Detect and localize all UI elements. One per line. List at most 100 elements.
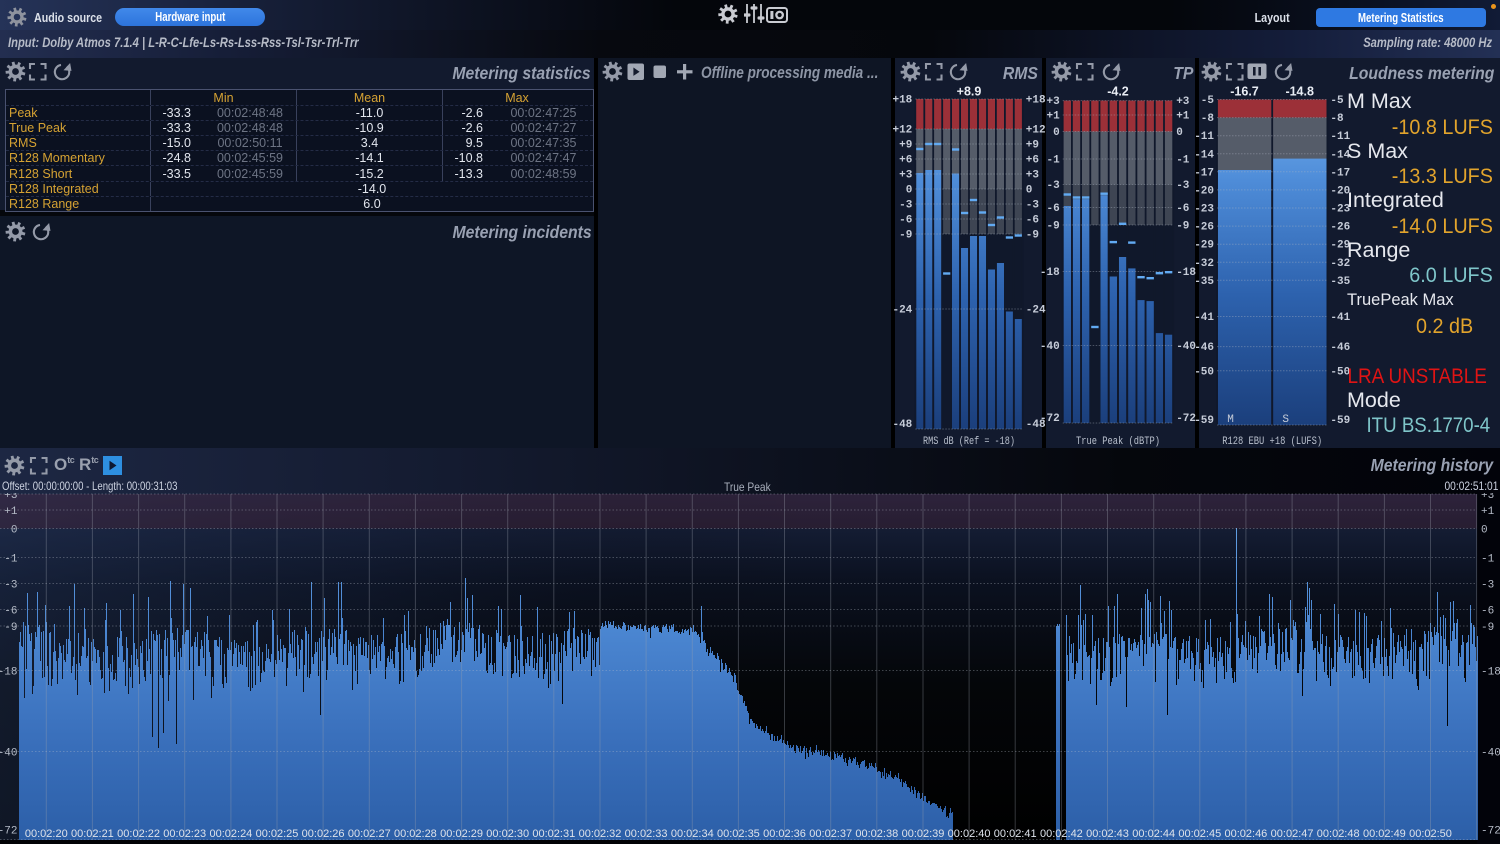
svg-text:0: 0 [11, 524, 18, 536]
svg-text:+1: +1 [1046, 111, 1060, 123]
svg-text:-48: -48 [892, 419, 912, 431]
svg-text:-16.7: -16.7 [1230, 85, 1259, 99]
svg-text:-18: -18 [1481, 666, 1500, 678]
svg-text:00:02:40: 00:02:40 [948, 828, 991, 840]
svg-text:-3: -3 [1481, 579, 1494, 591]
svg-text:-6: -6 [899, 215, 912, 227]
svg-text:-3: -3 [4, 579, 17, 591]
svg-text:00:02:28: 00:02:28 [394, 828, 437, 840]
svg-text:00:02:47: 00:02:47 [1271, 828, 1314, 840]
svg-text:-1: -1 [1046, 155, 1060, 167]
svg-text:+3: +3 [899, 170, 913, 182]
svg-text:+3: +3 [1481, 493, 1494, 502]
svg-text:-8: -8 [1201, 113, 1215, 125]
svg-text:-24: -24 [892, 305, 912, 317]
svg-text:00:02:26: 00:02:26 [302, 828, 345, 840]
svg-text:-59: -59 [1194, 415, 1214, 427]
svg-text:S: S [1282, 414, 1289, 426]
svg-text:+9: +9 [899, 140, 912, 152]
svg-text:-9: -9 [4, 622, 17, 634]
svg-text:-72: -72 [1040, 413, 1060, 425]
svg-text:00:02:48: 00:02:48 [1317, 828, 1360, 840]
svg-text:-3: -3 [1046, 180, 1060, 192]
svg-text:00:02:39: 00:02:39 [902, 828, 945, 840]
svg-text:R128 EBU +18 (LUFS): R128 EBU +18 (LUFS) [1222, 436, 1322, 448]
svg-text:-6: -6 [4, 605, 17, 617]
svg-text:-3: -3 [899, 200, 913, 212]
svg-text:-40: -40 [1040, 341, 1060, 353]
svg-text:00:02:44: 00:02:44 [1132, 828, 1175, 840]
svg-text:+3: +3 [1046, 96, 1060, 108]
svg-text:-6: -6 [1481, 605, 1494, 617]
svg-text:-11: -11 [1194, 131, 1214, 143]
svg-text:00:02:33: 00:02:33 [625, 828, 668, 840]
svg-text:-72: -72 [1481, 825, 1500, 837]
svg-text:00:02:23: 00:02:23 [163, 828, 206, 840]
svg-text:00:02:34: 00:02:34 [671, 828, 714, 840]
svg-text:0: 0 [906, 185, 913, 197]
svg-text:00:02:21: 00:02:21 [71, 828, 114, 840]
svg-text:00:02:31: 00:02:31 [532, 828, 575, 840]
svg-text:+1: +1 [4, 506, 18, 518]
svg-text:-14.8: -14.8 [1285, 85, 1314, 99]
svg-text:00:02:49: 00:02:49 [1363, 828, 1406, 840]
svg-text:-32: -32 [1194, 258, 1214, 270]
svg-text:-23: -23 [1194, 204, 1214, 216]
svg-text:-20: -20 [1194, 185, 1214, 197]
svg-text:00:02:35: 00:02:35 [717, 828, 760, 840]
svg-text:-50: -50 [1194, 366, 1214, 378]
svg-text:0: 0 [1481, 524, 1488, 536]
svg-text:-41: -41 [1330, 312, 1350, 324]
svg-text:00:02:50: 00:02:50 [1409, 828, 1452, 840]
svg-text:-6: -6 [1046, 203, 1059, 215]
svg-text:00:02:27: 00:02:27 [348, 828, 391, 840]
svg-text:+6: +6 [899, 155, 912, 167]
svg-text:00:02:24: 00:02:24 [209, 828, 252, 840]
svg-text:00:02:20: 00:02:20 [25, 828, 68, 840]
svg-text:-18: -18 [0, 666, 18, 678]
svg-text:00:02:43: 00:02:43 [1086, 828, 1129, 840]
svg-text:-1: -1 [1481, 553, 1495, 565]
svg-text:00:02:32: 00:02:32 [579, 828, 622, 840]
svg-text:-17: -17 [1194, 167, 1214, 179]
svg-text:-9: -9 [1481, 622, 1494, 634]
svg-text:-72: -72 [0, 825, 18, 837]
svg-text:0: 0 [1176, 127, 1183, 139]
svg-text:00:02:29: 00:02:29 [440, 828, 483, 840]
svg-text:-35: -35 [1194, 276, 1214, 288]
svg-text:00:02:36: 00:02:36 [763, 828, 806, 840]
svg-text:-9: -9 [1046, 221, 1059, 233]
svg-text:-1: -1 [4, 553, 18, 565]
svg-text:True Peak (dBTP): True Peak (dBTP) [1076, 436, 1160, 448]
svg-text:-41: -41 [1194, 312, 1214, 324]
svg-text:-35: -35 [1330, 276, 1350, 288]
svg-text:-29: -29 [1194, 240, 1214, 252]
svg-text:00:02:37: 00:02:37 [809, 828, 852, 840]
svg-text:-26: -26 [1330, 222, 1350, 234]
svg-text:00:02:41: 00:02:41 [994, 828, 1037, 840]
svg-text:-17: -17 [1330, 167, 1350, 179]
svg-text:0: 0 [1053, 127, 1060, 139]
svg-text:-46: -46 [1330, 342, 1350, 354]
svg-text:00:02:45: 00:02:45 [1178, 828, 1221, 840]
svg-text:-9: -9 [899, 230, 912, 242]
svg-text:-59: -59 [1330, 415, 1350, 427]
svg-text:-40: -40 [0, 747, 18, 759]
svg-text:-8: -8 [1330, 113, 1344, 125]
svg-text:-18: -18 [1040, 267, 1060, 279]
svg-text:-40: -40 [1481, 747, 1500, 759]
svg-text:-26: -26 [1194, 222, 1214, 234]
svg-text:+8.9: +8.9 [957, 85, 982, 99]
svg-text:-14: -14 [1194, 149, 1214, 161]
svg-text:00:02:30: 00:02:30 [486, 828, 529, 840]
svg-text:00:02:22: 00:02:22 [117, 828, 160, 840]
svg-text:00:02:25: 00:02:25 [256, 828, 299, 840]
svg-text:-46: -46 [1194, 342, 1214, 354]
svg-text:-5: -5 [1201, 95, 1215, 107]
svg-text:+1: +1 [1481, 506, 1495, 518]
svg-text:+12: +12 [892, 125, 912, 137]
svg-text:RMS dB (Ref = -18): RMS dB (Ref = -18) [923, 436, 1015, 448]
svg-text:00:02:38: 00:02:38 [855, 828, 898, 840]
svg-text:-5: -5 [1330, 95, 1344, 107]
svg-text:+3: +3 [4, 493, 17, 502]
